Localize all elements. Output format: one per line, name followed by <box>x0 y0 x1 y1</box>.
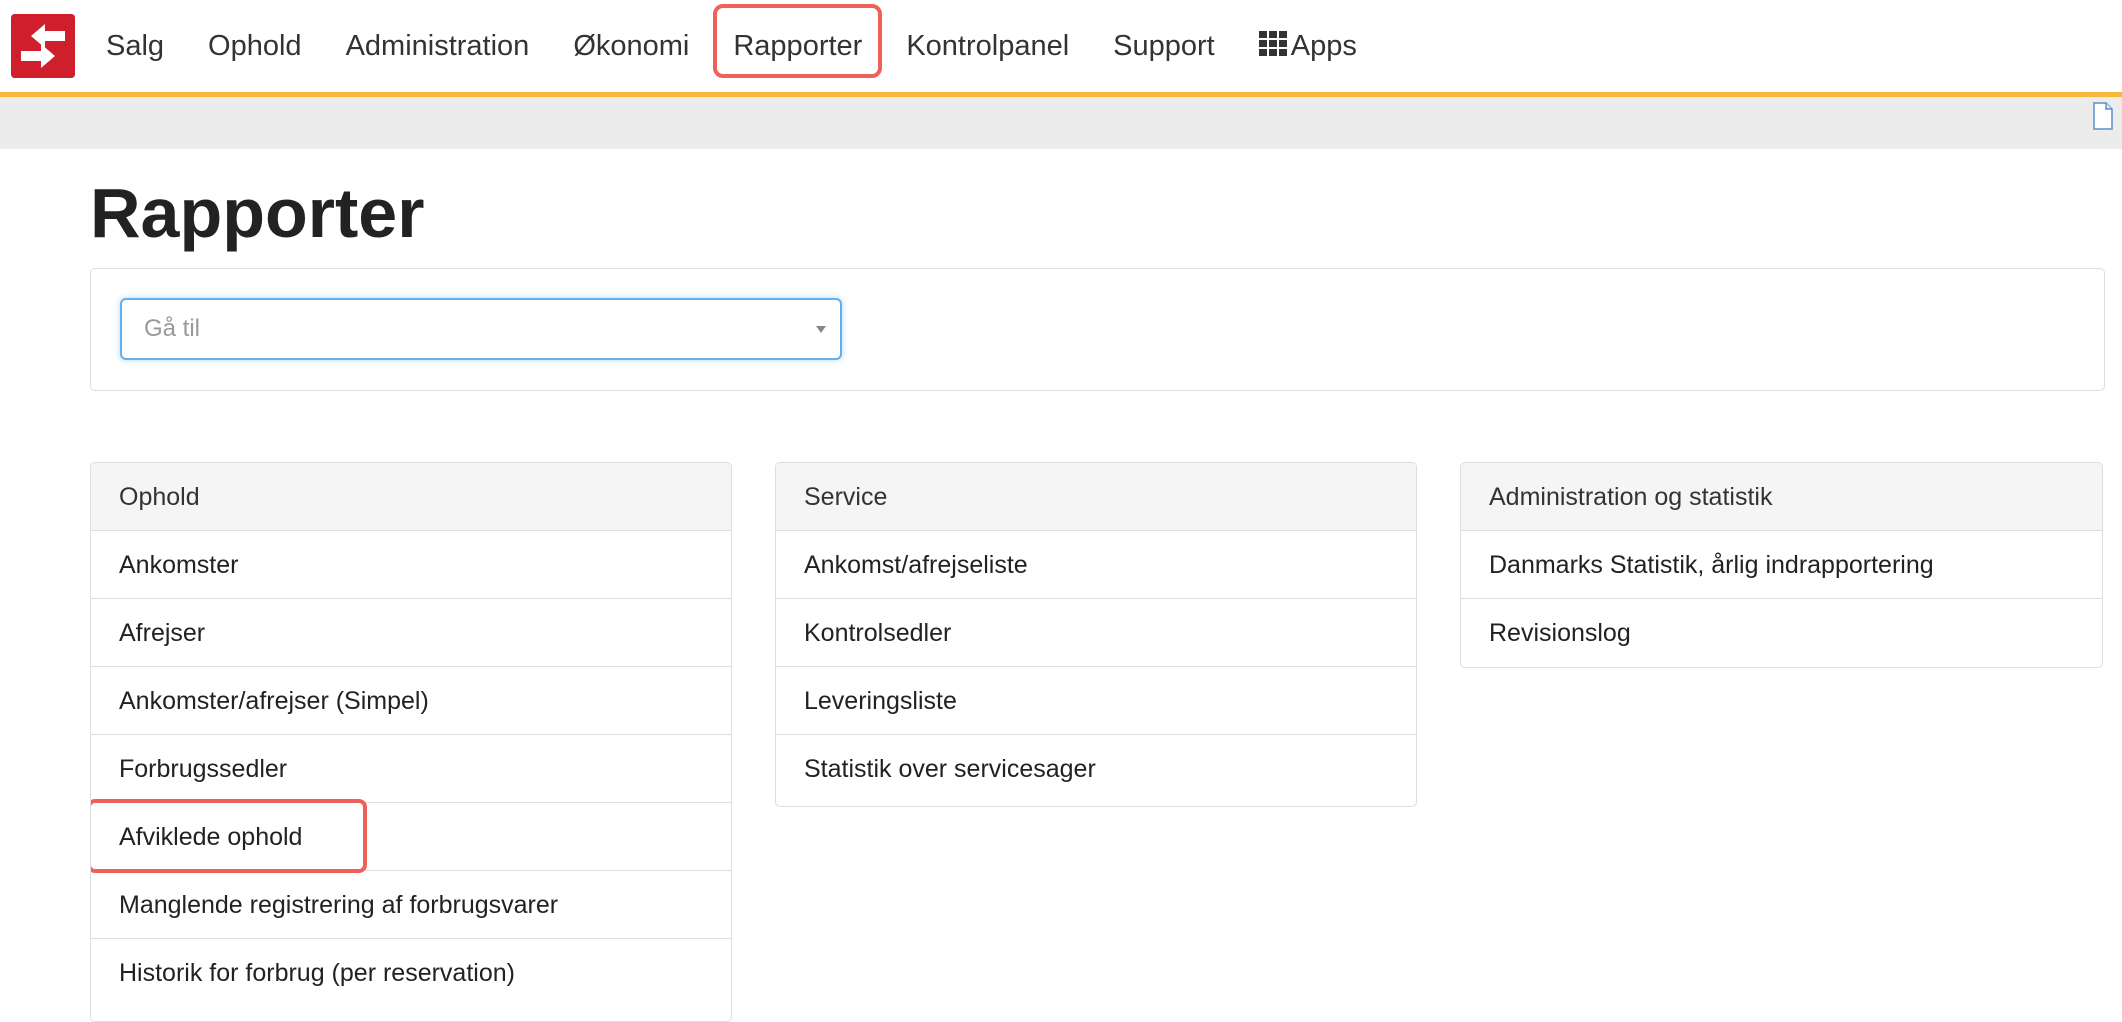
highlight-ring <box>91 799 367 873</box>
highlight-ring <box>713 4 883 78</box>
nav-support[interactable]: Support <box>1091 0 1237 92</box>
nav-administration[interactable]: Administration <box>324 0 552 92</box>
panel-service: Service Ankomst/afrejseliste Kontrolsedl… <box>775 462 1417 807</box>
nav-rapporter[interactable]: Rapporter <box>711 0 884 92</box>
top-navbar: Salg Ophold Administration Økonomi Rappo… <box>0 0 2122 95</box>
panel-heading: Ophold <box>91 463 731 531</box>
report-link-ankomst-afrejseliste[interactable]: Ankomst/afrejseliste <box>776 531 1416 599</box>
apps-grid-icon <box>1258 30 1287 58</box>
goto-placeholder: Gå til <box>144 315 201 342</box>
report-link-historik-forbrug[interactable]: Historik for forbrug (per reservation) <box>91 939 731 1007</box>
report-link-danmarks-statistik[interactable]: Danmarks Statistik, årlig indrapporterin… <box>1461 531 2102 599</box>
page-title: Rapporter <box>90 174 425 252</box>
panel-administration-statistik: Administration og statistik Danmarks Sta… <box>1460 462 2103 668</box>
caret-down-icon <box>816 326 826 333</box>
report-link-revisionslog[interactable]: Revisionslog <box>1461 599 2102 667</box>
sub-toolbar <box>0 97 2122 149</box>
report-link-forbrugssedler[interactable]: Forbrugssedler <box>91 735 731 803</box>
panel-heading: Administration og statistik <box>1461 463 2102 531</box>
document-icon[interactable] <box>2092 102 2114 130</box>
report-link-manglende-registrering[interactable]: Manglende registrering af forbrugsvarer <box>91 871 731 939</box>
panel-heading: Service <box>776 463 1416 531</box>
nav-okonomi[interactable]: Økonomi <box>551 0 711 92</box>
nav-apps-label: Apps <box>1290 30 1357 62</box>
nav-ophold[interactable]: Ophold <box>186 0 324 92</box>
panel-ophold: Ophold Ankomster Afrejser Ankomster/afre… <box>90 462 732 1022</box>
report-link-kontrolsedler[interactable]: Kontrolsedler <box>776 599 1416 667</box>
exchange-arrows-icon <box>11 14 75 78</box>
main-nav: Salg Ophold Administration Økonomi Rappo… <box>84 0 1379 92</box>
report-link-leveringsliste[interactable]: Leveringsliste <box>776 667 1416 735</box>
report-link-statistik-servicesager[interactable]: Statistik over servicesager <box>776 735 1416 803</box>
goto-select[interactable]: Gå til <box>120 298 842 360</box>
nav-kontrolpanel[interactable]: Kontrolpanel <box>884 0 1091 92</box>
nav-apps[interactable]: Apps <box>1237 0 1379 92</box>
brand-logo[interactable] <box>11 14 75 78</box>
report-link-ankomster[interactable]: Ankomster <box>91 531 731 599</box>
report-link-afviklede-ophold[interactable]: Afviklede ophold <box>91 799 731 873</box>
report-link-ankomster-afrejser-simpel[interactable]: Ankomster/afrejser (Simpel) <box>91 667 731 735</box>
report-link-afrejser[interactable]: Afrejser <box>91 599 731 667</box>
nav-salg[interactable]: Salg <box>84 0 186 92</box>
